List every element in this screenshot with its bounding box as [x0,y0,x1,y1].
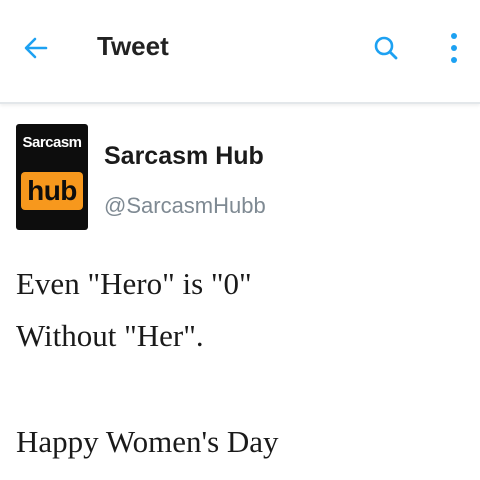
tweet-text-line: Happy Women's Day [16,424,279,459]
more-vertical-icon [449,31,459,70]
avatar-logo-top-text: Sarcasm [22,134,82,151]
back-button[interactable] [16,30,56,70]
tweet-text-line: Without "Her". [16,318,204,353]
author-name[interactable]: Sarcasm Hub [104,141,264,171]
more-options-button[interactable] [436,28,472,72]
search-icon [372,34,400,67]
tweet-text-line: Even "Hero" is "0" [16,266,252,301]
back-arrow-icon [22,34,50,67]
avatar[interactable]: Sarcasm hub [16,124,88,230]
top-app-bar: Tweet [0,0,480,104]
page-title: Tweet [97,31,169,61]
search-button[interactable] [366,30,406,70]
author-handle[interactable]: @SarcasmHubb [104,192,266,220]
avatar-logo-badge: hub [21,172,83,210]
tweet-page: Tweet Sarcasm hub Sarcasm Hub @SarcasmHu… [0,0,480,480]
